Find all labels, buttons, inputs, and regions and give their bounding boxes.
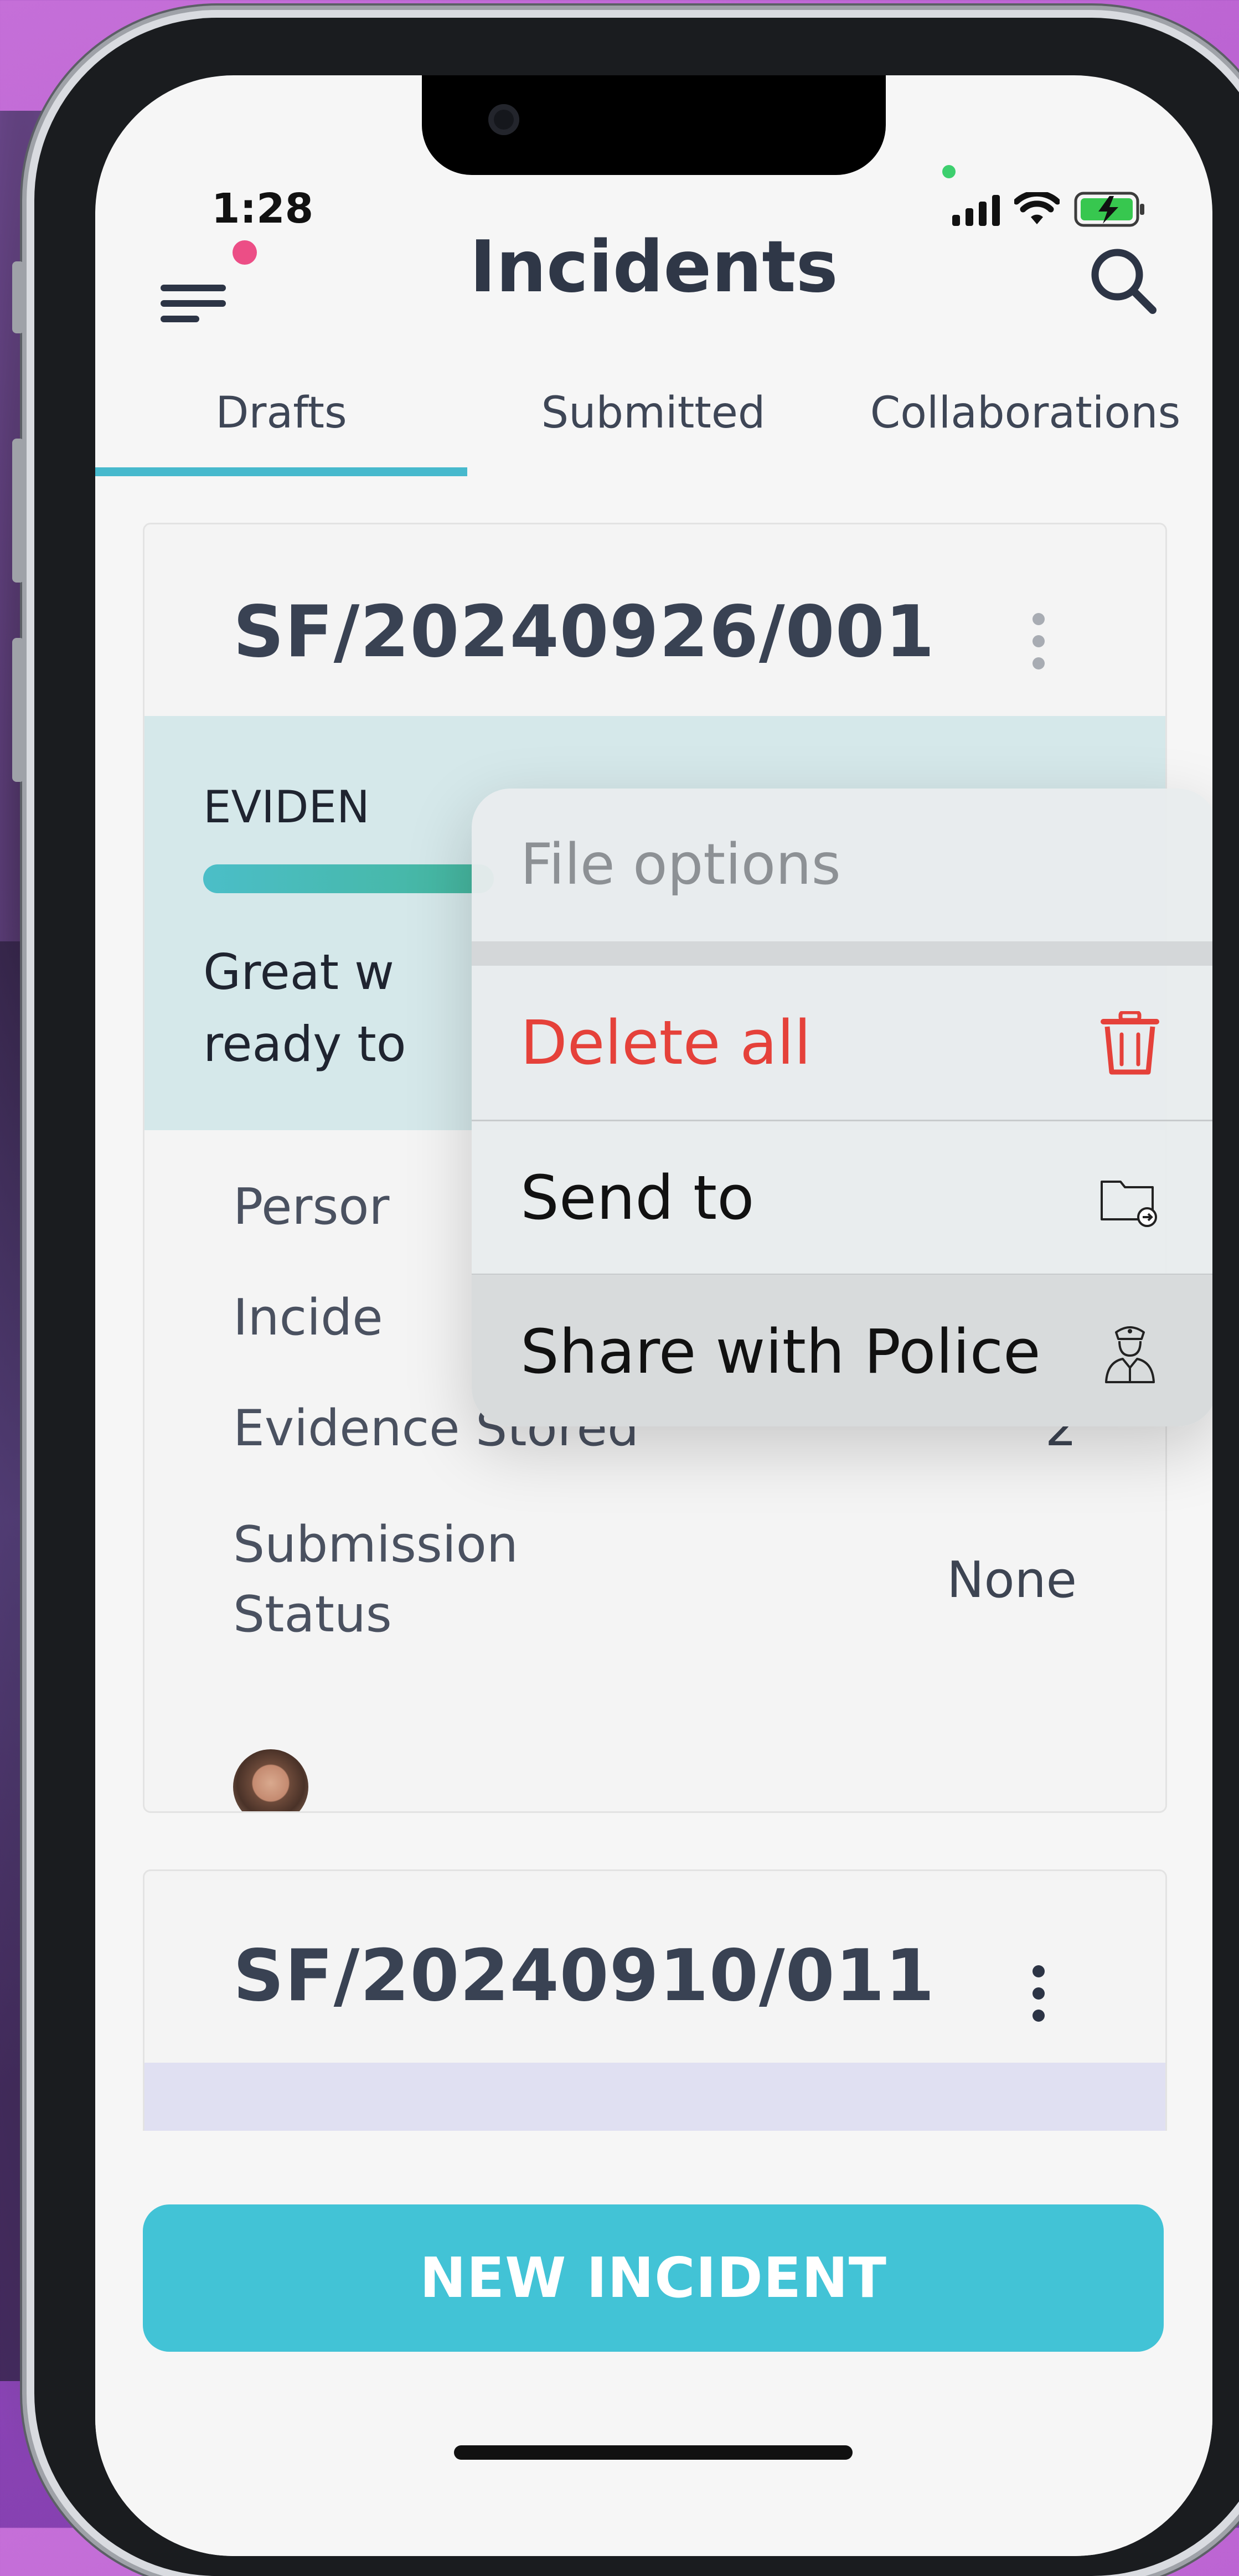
hamburger-line (161, 316, 199, 322)
police-officer-icon (1105, 1326, 1155, 1383)
new-incident-button[interactable]: NEW INCIDENT (143, 2204, 1164, 2352)
home-indicator[interactable] (454, 2445, 853, 2460)
cellular-signal-icon (952, 193, 1000, 226)
evidence-progress-bar (203, 864, 494, 893)
kebab-dot (1032, 613, 1045, 625)
file-options-menu: File options Delete all Send to Share wi… (472, 789, 1212, 1426)
search-icon (1091, 249, 1157, 314)
active-tab-indicator (95, 467, 467, 476)
wifi-icon (1014, 192, 1060, 224)
silent-switch (12, 261, 24, 333)
evidence-label: EVIDEN (203, 781, 370, 833)
volume-up-button (12, 439, 24, 583)
trash-icon (1101, 1011, 1159, 1075)
incident-id: SF/20240926/001 (233, 591, 935, 673)
privacy-indicator-dot (942, 165, 956, 178)
menu-item-delete-all[interactable]: Delete all (472, 966, 1212, 1120)
detail-row-submission-status: Submission Status None (233, 1510, 1077, 1650)
volume-down-button (12, 638, 24, 782)
kebab-dot (1032, 1965, 1045, 1977)
kebab-dot (1032, 657, 1045, 669)
detail-label: Submission Status (233, 1510, 518, 1650)
detail-label: Incide (233, 1289, 383, 1347)
detail-label-line: Status (233, 1585, 392, 1644)
tab-collaborations[interactable]: Collaborations (839, 374, 1211, 473)
page-title: Incidents (469, 226, 838, 308)
battery-charging-icon (1074, 192, 1144, 227)
folder-send-icon (1101, 1181, 1157, 1227)
menu-divider (472, 941, 1212, 966)
menu-item-send-to[interactable]: Send to (472, 1121, 1212, 1275)
status-icons (952, 192, 1146, 227)
kebab-dot (1032, 635, 1045, 647)
more-options-button[interactable] (1022, 613, 1055, 669)
menu-item-label: Send to (520, 1162, 755, 1233)
tab-drafts[interactable]: Drafts (95, 374, 467, 473)
menu-item-label: Delete all (520, 1007, 811, 1078)
kebab-dot (1032, 2010, 1045, 2022)
detail-label: Persor (233, 1178, 390, 1236)
menu-title: File options (520, 832, 841, 898)
tab-bar: Drafts Submitted Collaborations (95, 374, 1212, 473)
notch (422, 75, 886, 175)
menu-item-share-with-police[interactable]: Share with Police (472, 1275, 1212, 1426)
collaborator-avatar[interactable] (233, 1749, 308, 1811)
detail-value: None (947, 1550, 1077, 1609)
front-camera (488, 104, 519, 135)
incident-id: SF/20240910/011 (233, 1935, 935, 2017)
menu-item-label: Share with Police (520, 1316, 1041, 1387)
tab-submitted[interactable]: Submitted (467, 374, 839, 473)
search-button[interactable] (1087, 245, 1159, 317)
app-screen: 1:28 Incidents Drafts Submitted Collabor… (95, 75, 1212, 2556)
more-options-button[interactable] (1022, 1965, 1055, 2022)
detail-label-line: Submission (233, 1516, 518, 1574)
kebab-dot (1032, 1987, 1045, 2000)
